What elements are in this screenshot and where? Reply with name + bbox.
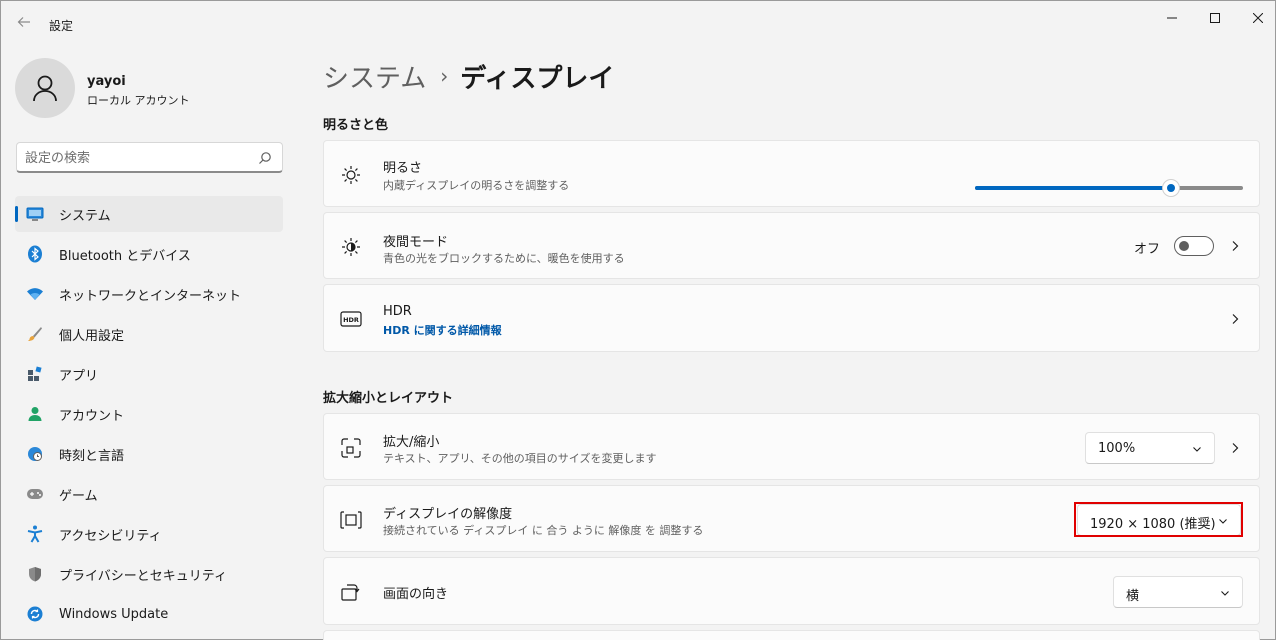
scale-card[interactable]: 拡大/縮小 テキスト、アプリ、その他の項目のサイズを変更します 100% [323,413,1260,480]
resolution-highlight-box [1074,502,1243,537]
hdr-icon-text: HDR [343,316,359,324]
update-icon [26,605,44,623]
scale-value: 100% [1098,441,1136,456]
minimize-button[interactable] [1158,7,1186,29]
sidebar-item-privacy[interactable]: プライバシーとセキュリティ [15,556,283,592]
chevron-right-icon[interactable] [1229,313,1241,325]
sidebar-item-label: 個人用設定 [59,328,125,344]
scale-subtitle: テキスト、アプリ、その他の項目のサイズを変更します [383,452,657,465]
breadcrumb-parent[interactable]: システム [323,58,426,95]
night-light-card[interactable]: 夜間モード 青色の光をブロックするために、暖色を使用する オフ [323,212,1260,279]
app-title: 設定 [49,19,74,33]
hdr-icon: HDR [340,308,362,330]
night-light-state: オフ [1133,242,1160,257]
scale-icon [340,437,362,459]
user-icon [33,75,57,102]
search-icon[interactable] [258,151,272,165]
orientation-value: 横 [1126,589,1140,604]
hdr-title: HDR [383,304,412,319]
close-button[interactable] [1244,7,1272,29]
section-title-brightness-color: 明るさと色 [323,118,389,133]
night-light-toggle[interactable] [1174,236,1214,256]
search-input[interactable] [25,148,245,168]
brightness-card: 明るさ 内蔵ディスプレイの明るさを調整する [323,140,1260,207]
hdr-card[interactable]: HDR HDR HDR に関する詳細情報 [323,284,1260,352]
brightness-slider-fill [975,186,1171,190]
sidebar-nav: システム Bluetooth とデバイス ネットワークとインターネット 個人用設… [15,196,283,636]
chevron-down-icon [1193,447,1201,452]
sidebar-item-bluetooth[interactable]: Bluetooth とデバイス [15,236,283,272]
user-name: yayoi [87,74,126,89]
brightness-slider-thumb[interactable] [1161,179,1180,197]
orientation-dropdown[interactable]: 横 [1113,576,1243,608]
chevron-down-icon [1221,591,1229,596]
orientation-title: 画面の向き [383,587,449,602]
sidebar-item-label: ネットワークとインターネット [59,288,242,304]
accessibility-icon [26,525,44,543]
display-icon [26,205,44,223]
breadcrumb: システム › ディスプレイ [323,58,615,95]
night-light-subtitle: 青色の光をブロックするために、暖色を使用する [383,252,625,265]
person-icon [26,405,44,423]
globe-clock-icon [26,445,44,463]
sidebar-item-system[interactable]: システム [15,196,283,232]
brightness-title: 明るさ [383,161,423,176]
account-type: ローカル アカウント [87,94,190,107]
night-light-icon [340,236,362,258]
sidebar-item-label: プライバシーとセキュリティ [59,568,227,584]
sidebar-item-gaming[interactable]: ゲーム [15,476,283,512]
page-title: ディスプレイ [460,63,615,94]
sidebar-item-time-language[interactable]: 時刻と言語 [15,436,283,472]
orientation-icon [340,581,362,603]
sidebar-item-label: システム [59,208,111,224]
hdr-learn-more-link[interactable]: HDR に関する詳細情報 [383,322,502,338]
night-light-title: 夜間モード [383,235,449,250]
shield-icon [26,565,44,583]
brightness-slider[interactable] [975,179,1243,197]
scale-title: 拡大/縮小 [383,435,440,450]
chevron-right-icon[interactable] [1229,442,1241,454]
back-button[interactable] [13,13,35,35]
sidebar-item-windows-update[interactable]: Windows Update [15,596,283,632]
sidebar-item-accessibility[interactable]: アクセシビリティ [15,516,283,552]
resolution-icon [340,509,362,531]
gamepad-icon [26,485,44,503]
wifi-icon [26,285,44,303]
avatar [15,58,75,118]
sidebar-item-network[interactable]: ネットワークとインターネット [15,276,283,312]
sun-icon [340,164,362,186]
bluetooth-icon [26,245,44,263]
minimize-icon [1167,17,1177,19]
sidebar-item-label: アプリ [59,368,99,384]
toggle-knob [1179,241,1189,251]
sidebar-item-apps[interactable]: アプリ [15,356,283,392]
back-arrow-icon [17,17,30,27]
sidebar-item-label: Windows Update [59,606,169,622]
maximize-button[interactable] [1201,7,1229,29]
scale-dropdown[interactable]: 100% [1085,432,1215,464]
title-bar: 設定 [1,1,1275,47]
sidebar-item-accounts[interactable]: アカウント [15,396,283,432]
resolution-subtitle: 接続されている ディスプレイ に 合う ように 解像度 を 調整する [383,524,704,537]
next-setting-card [323,630,1260,640]
chevron-right-icon[interactable] [1229,240,1241,252]
sidebar-item-label: ゲーム [59,488,98,504]
search-box[interactable] [16,142,283,173]
resolution-title: ディスプレイの解像度 [383,507,513,522]
sidebar-item-label: Bluetooth とデバイス [59,248,191,264]
brush-icon [26,325,44,343]
breadcrumb-separator: › [440,64,449,88]
brightness-subtitle: 内蔵ディスプレイの明るさを調整する [383,179,570,192]
section-title-scale-layout: 拡大縮小とレイアウト [323,391,454,406]
user-profile[interactable]: yayoi ローカル アカウント [15,58,190,118]
sidebar-item-label: アクセシビリティ [59,528,162,544]
sidebar-item-personalization[interactable]: 個人用設定 [15,316,283,352]
sidebar-item-label: 時刻と言語 [59,448,125,464]
maximize-icon [1210,13,1220,23]
orientation-card: 画面の向き 横 [323,557,1260,625]
sidebar-item-label: アカウント [59,408,125,424]
close-icon [1253,13,1263,23]
apps-icon [26,365,44,383]
